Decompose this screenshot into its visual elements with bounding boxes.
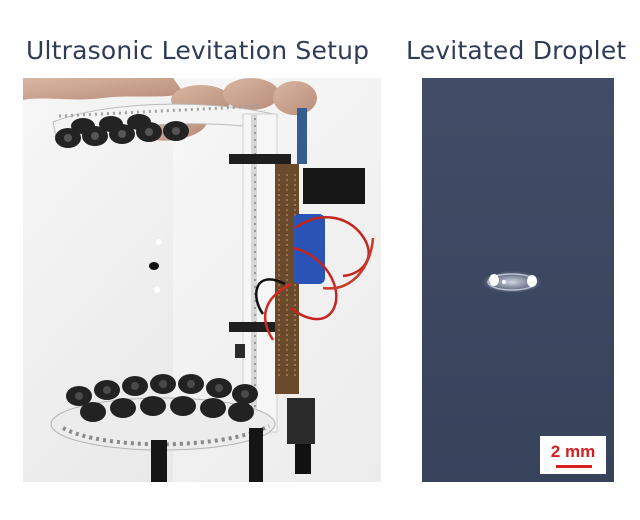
title-levitation-setup: Ultrasonic Levitation Setup — [26, 36, 370, 65]
title-levitated-droplet: Levitated Droplet — [406, 36, 627, 65]
levitator-photo — [23, 78, 381, 482]
scale-bar-label: 2 mm — [550, 442, 596, 461]
droplet-photo: 2 mm — [422, 78, 614, 482]
scale-bar-line — [556, 465, 592, 468]
scale-bar: 2 mm — [540, 436, 606, 474]
droplet — [482, 271, 542, 293]
